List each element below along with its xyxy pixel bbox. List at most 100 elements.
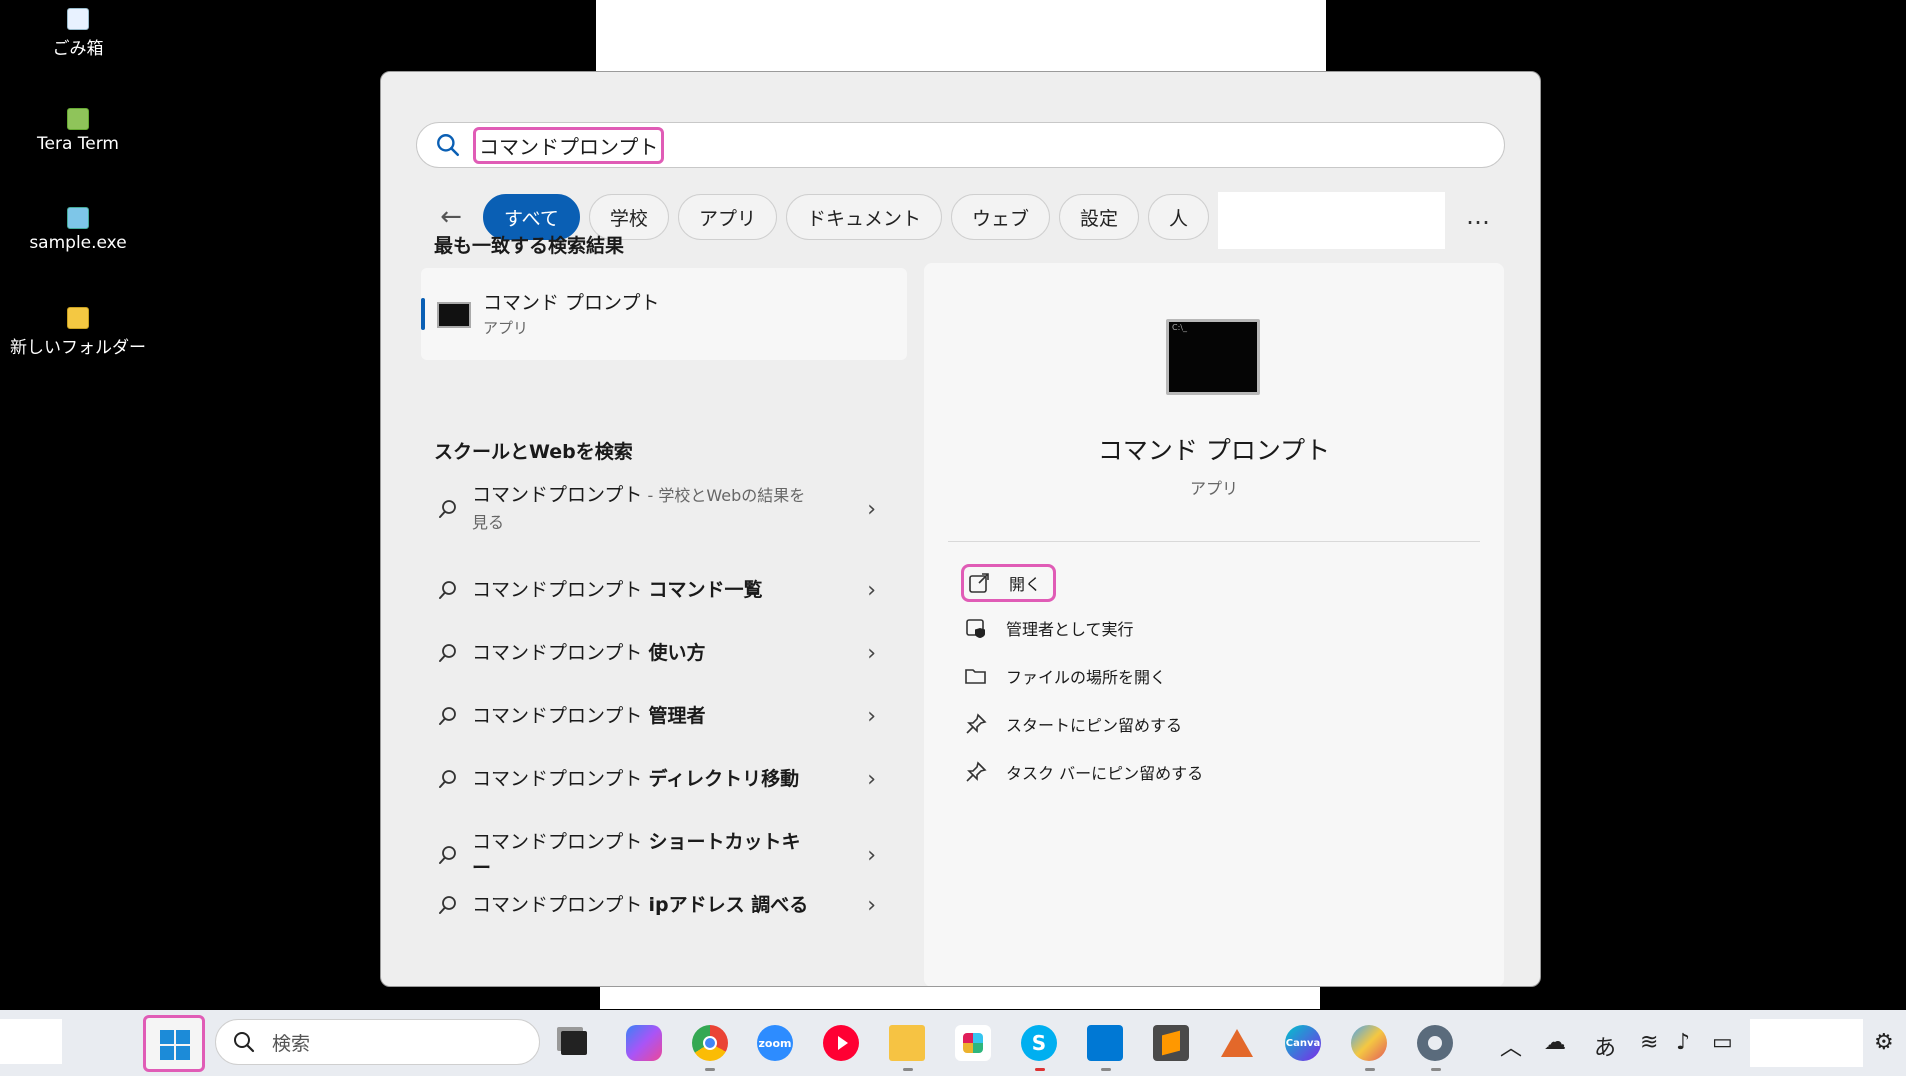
search-query-text[interactable]: コマンドプロンプト bbox=[473, 126, 665, 164]
filter-chip-people[interactable]: 人 bbox=[1148, 194, 1210, 240]
running-indicator bbox=[1431, 1068, 1441, 1071]
chevron-right-icon[interactable]: › bbox=[867, 767, 876, 792]
selection-indicator bbox=[421, 298, 425, 330]
web-search-item-suggestion: ディレクトリ移動 bbox=[648, 768, 800, 790]
search-icon bbox=[439, 500, 456, 518]
canva-icon[interactable]: Canva bbox=[1285, 1025, 1321, 1061]
task-view-icon[interactable] bbox=[556, 1025, 592, 1061]
vscode-icon[interactable] bbox=[1087, 1025, 1123, 1061]
wifi-icon[interactable]: ≋ bbox=[1640, 1030, 1658, 1055]
desktop-icon-tera-term[interactable]: Tera Term bbox=[8, 108, 148, 154]
youtube-music-icon[interactable] bbox=[823, 1025, 859, 1061]
skype-icon-label: S bbox=[1031, 1031, 1047, 1055]
settings-gear-icon[interactable] bbox=[1417, 1025, 1453, 1061]
skype-icon[interactable]: S bbox=[1021, 1025, 1057, 1061]
desktop-icon-new-folder[interactable]: 新しいフォルダー bbox=[8, 307, 148, 358]
pin-to-taskbar-action[interactable]: タスク バーにピン留めする bbox=[964, 760, 1203, 784]
matlab-icon[interactable] bbox=[1219, 1025, 1255, 1061]
more-options-icon[interactable]: … bbox=[1466, 202, 1491, 230]
pin-icon bbox=[966, 761, 987, 782]
open-action[interactable]: 開く bbox=[961, 564, 1057, 602]
recycle-bin-icon bbox=[67, 8, 89, 30]
divider bbox=[948, 541, 1480, 542]
pin-to-start-action[interactable]: スタートにピン留めする bbox=[964, 712, 1182, 736]
copilot-icon[interactable] bbox=[626, 1025, 662, 1061]
search-icon bbox=[439, 770, 456, 788]
file-explorer-icon[interactable] bbox=[889, 1025, 925, 1061]
best-match-name: コマンド プロンプト bbox=[483, 292, 660, 314]
chevron-right-icon[interactable]: › bbox=[867, 843, 876, 868]
pin-to-taskbar-label: タスク バーにピン留めする bbox=[1006, 764, 1204, 783]
search-box[interactable]: コマンドプロンプト bbox=[416, 122, 1505, 168]
desktop-icon-label: 新しいフォルダー bbox=[10, 338, 146, 358]
sublime-text-icon[interactable] bbox=[1153, 1025, 1189, 1061]
best-match-result[interactable]: コマンド プロンプト アプリ bbox=[421, 268, 907, 360]
redacted-area bbox=[1218, 192, 1445, 249]
web-search-item-text: コマンドプロンプト bbox=[472, 894, 649, 916]
canva-icon-label: Canva bbox=[1285, 1037, 1321, 1049]
tera-term-icon bbox=[67, 108, 89, 130]
desktop-icon-sample-exe[interactable]: sample.exe bbox=[8, 207, 148, 253]
web-search-item-text: コマンドプロンプト bbox=[472, 831, 649, 853]
web-search-item-suggestion: コマンド一覧 bbox=[648, 579, 763, 601]
start-button[interactable] bbox=[143, 1015, 205, 1072]
search-icon bbox=[439, 644, 456, 662]
chevron-right-icon[interactable]: › bbox=[867, 893, 876, 918]
redacted-area bbox=[1750, 1019, 1863, 1067]
web-search-item[interactable]: コマンドプロンプト - 学校とWebの結果を見る › bbox=[436, 482, 876, 536]
command-prompt-icon: C:\_ bbox=[1166, 319, 1260, 395]
desktop-icon-recycle-bin[interactable]: ごみ箱 bbox=[8, 8, 148, 59]
redacted-area bbox=[0, 1019, 62, 1064]
onedrive-icon[interactable]: ☁ bbox=[1544, 1030, 1566, 1055]
windows-logo-tile bbox=[176, 1030, 190, 1044]
running-indicator bbox=[705, 1068, 715, 1071]
volume-icon[interactable]: ♪ bbox=[1676, 1030, 1690, 1055]
ime-indicator[interactable]: あ bbox=[1594, 1030, 1616, 1062]
web-search-heading: スクールとWebを検索 bbox=[434, 441, 633, 463]
notifications-icon[interactable]: ⚙ bbox=[1874, 1030, 1894, 1055]
open-file-location-action[interactable]: ファイルの場所を開く bbox=[964, 664, 1166, 688]
zoom-icon-label: zoom bbox=[758, 1036, 792, 1050]
taskbar: 検索 zoom S Canva ︿ ☁ あ ≋ ♪ ▭ ⚙ bbox=[0, 1010, 1906, 1076]
chevron-right-icon[interactable]: › bbox=[867, 641, 876, 666]
web-search-item[interactable]: コマンドプロンプト コマンド一覧 › bbox=[436, 577, 876, 603]
filter-chip-settings[interactable]: 設定 bbox=[1058, 194, 1139, 240]
web-search-item[interactable]: コマンドプロンプト 使い方 › bbox=[436, 640, 876, 666]
paint-icon[interactable] bbox=[1351, 1025, 1387, 1061]
running-indicator bbox=[1101, 1068, 1111, 1071]
background-window bbox=[596, 0, 1326, 72]
web-search-item-suggestion: ipアドレス 調べる bbox=[648, 894, 809, 916]
start-search-panel: コマンドプロンプト ← すべて 学校 アプリ ドキュメント ウェブ 設定 人 フ… bbox=[380, 71, 1541, 987]
best-match-type: アプリ bbox=[483, 319, 529, 337]
chrome-icon[interactable] bbox=[692, 1025, 728, 1061]
back-arrow-icon[interactable]: ← bbox=[431, 202, 471, 232]
filter-chip-apps[interactable]: アプリ bbox=[677, 194, 777, 240]
show-hidden-icons-icon[interactable]: ︿ bbox=[1500, 1030, 1522, 1062]
desktop-icon-label: Tera Term bbox=[37, 134, 119, 154]
pin-to-start-label: スタートにピン留めする bbox=[1006, 716, 1183, 735]
running-indicator bbox=[903, 1068, 913, 1071]
open-file-location-label: ファイルの場所を開く bbox=[1006, 668, 1167, 687]
zoom-icon[interactable]: zoom bbox=[757, 1025, 793, 1061]
search-icon bbox=[234, 1032, 255, 1053]
chevron-right-icon[interactable]: › bbox=[867, 497, 876, 522]
best-match-heading: 最も一致する検索結果 bbox=[434, 235, 625, 257]
filter-chip-documents[interactable]: ドキュメント bbox=[785, 194, 942, 240]
windows-logo-icon bbox=[160, 1030, 174, 1044]
search-icon bbox=[439, 896, 456, 914]
filter-chip-web[interactable]: ウェブ bbox=[950, 194, 1050, 240]
chevron-right-icon[interactable]: › bbox=[867, 704, 876, 729]
slack-icon[interactable] bbox=[955, 1025, 991, 1061]
web-search-item[interactable]: コマンドプロンプト 管理者 › bbox=[436, 703, 876, 729]
web-search-item[interactable]: コマンドプロンプト ショートカットキー › bbox=[436, 829, 876, 881]
taskbar-search-box[interactable]: 検索 bbox=[215, 1019, 540, 1065]
chevron-right-icon[interactable]: › bbox=[867, 578, 876, 603]
open-action-label: 開く bbox=[1009, 575, 1042, 594]
web-search-item[interactable]: コマンドプロンプト ディレクトリ移動 › bbox=[436, 766, 876, 792]
web-search-item[interactable]: コマンドプロンプト ipアドレス 調べる › bbox=[436, 892, 876, 918]
battery-icon[interactable]: ▭ bbox=[1712, 1030, 1733, 1055]
exe-file-icon bbox=[67, 207, 89, 229]
run-as-admin-action[interactable]: 管理者として実行 bbox=[964, 616, 1134, 640]
web-search-item-suggestion: 使い方 bbox=[648, 642, 706, 664]
desktop-icon-label: ごみ箱 bbox=[52, 39, 104, 59]
